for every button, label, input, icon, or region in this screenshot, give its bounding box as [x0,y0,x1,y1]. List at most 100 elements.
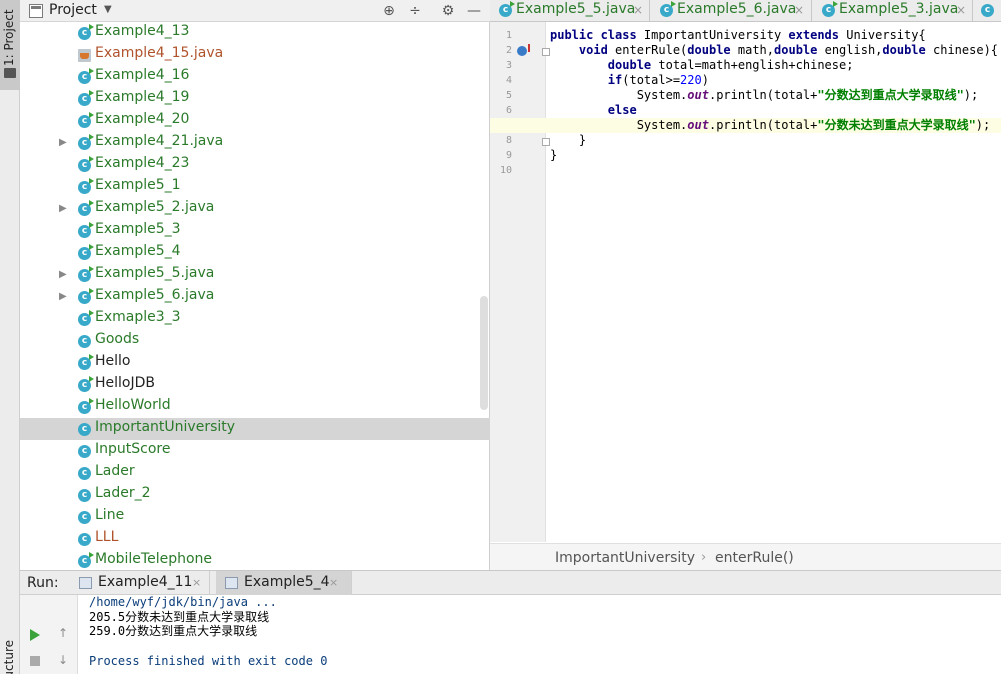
code-line: } [550,148,558,162]
tree-item[interactable]: c HelloWorld [20,396,490,418]
close-icon[interactable]: × [329,576,338,589]
tree-item[interactable]: c Goods [20,330,490,352]
runnable-class-icon: c [78,310,94,326]
fold-icon[interactable] [542,48,550,56]
tree-item-label: Example4_19 [95,89,190,105]
tree-item[interactable]: c MobileTelephone [20,550,490,570]
tree-item-label: Example4_20 [95,111,190,127]
project-tool-tab-label: 1: Project [2,9,16,66]
tree-item[interactable]: c Example4_23 [20,154,490,176]
expand-arrow-icon[interactable]: ▶ [59,137,67,148]
editor-tab[interactable]: c Example5_5.java × [490,0,650,22]
close-icon[interactable]: × [794,3,804,17]
runnable-class-icon: c [78,24,94,40]
code-area[interactable]: public class ImportantUniversity extends… [490,22,1001,542]
editor-tab-overflow[interactable]: c [974,0,1001,22]
runnable-class-icon: c [78,552,94,568]
tree-item-label: Example4_21.java [95,133,224,149]
runnable-class-icon: c [78,134,94,150]
console-line: 205.5分数未达到重点大学录取线 [89,609,270,624]
arrow-up-icon[interactable]: ↑ [55,625,71,641]
class-icon: c [499,1,515,17]
code-line-current: System.out.println(total+"分数未达到重点大学录取线")… [490,118,1001,133]
runnable-class-icon: c [78,68,94,84]
editor-gutter: 1 2 3 4 5 6 7 8 9 10 [490,22,550,542]
project-tool-tab[interactable]: 1: Project [0,0,20,90]
run-tab[interactable]: Example4_11 × [70,571,210,595]
code-line: System.out.println(total+"分数达到重点大学录取线"); [550,88,979,102]
runnable-class-icon: c [78,244,94,260]
editor-tab-bar: c Example5_5.java × c Example5_6.java × … [490,0,1001,22]
override-method-icon[interactable] [517,44,530,56]
line-number: 6 [505,105,512,116]
tree-item[interactable]: Example4_15.java [20,44,490,66]
tree-item[interactable]: ▶ c Example5_6.java [20,286,490,308]
tree-item[interactable]: c Lader_2 [20,484,490,506]
runnable-class-icon: c [78,156,94,172]
tree-item[interactable]: c ImportantUniversity [20,418,490,440]
run-panel: Run: Example4_11 × Example5_4 × ↑ ↓ ≡ /h… [20,570,1001,674]
tree-item[interactable]: c Example4_13 [20,22,490,44]
run-tab-bar: Run: Example4_11 × Example5_4 × [20,571,1001,595]
class-icon: c [78,335,91,348]
chevron-down-icon[interactable]: ▼ [104,4,112,15]
tree-item-label: Lader_2 [95,485,151,501]
project-title[interactable]: Project [49,2,97,18]
tree-item[interactable]: c Example5_4 [20,242,490,264]
run-tab-active[interactable]: Example5_4 × [216,571,352,595]
breadcrumb-method[interactable]: enterRule() [715,550,794,566]
stop-icon[interactable] [30,656,40,666]
collapse-all-icon[interactable]: ÷ [406,2,424,20]
code-line: double total=math+english+chinese; [607,58,854,72]
tree-item-label: Lader [95,463,135,479]
run-config-icon [225,577,238,589]
console-line: 259.0分数达到重点大学录取线 [89,624,258,638]
tree-item[interactable]: ▶ c Example5_5.java [20,264,490,286]
hide-panel-icon[interactable]: — [465,2,483,20]
tree-item-label: HelloJDB [95,375,155,391]
tree-item[interactable]: c Example4_19 [20,88,490,110]
fold-icon[interactable] [542,138,550,146]
close-icon[interactable]: × [633,3,643,17]
tree-item[interactable]: c Exmaple3_3 [20,308,490,330]
runnable-class-icon: c [78,112,94,128]
line-number: 5 [505,90,512,101]
expand-arrow-icon[interactable]: ▶ [59,203,67,214]
tree-item[interactable]: c LLL [20,528,490,550]
tree-item[interactable]: c InputScore [20,440,490,462]
locate-target-icon[interactable]: ⊕ [380,2,398,20]
class-icon: c [660,1,676,17]
console-output[interactable]: /home/wyf/jdk/bin/java ... 205.5分数未达到重点大… [89,595,989,674]
breadcrumb-class[interactable]: ImportantUniversity [555,550,695,566]
tree-item[interactable]: c Example4_16 [20,66,490,88]
structure-tool-tab[interactable]: Structure [2,640,16,674]
tree-item-label: Hello [95,353,131,369]
tree-item[interactable]: c Hello [20,352,490,374]
close-icon[interactable]: × [192,576,201,589]
tree-item[interactable]: c Lader [20,462,490,484]
tree-item[interactable]: c Example5_1 [20,176,490,198]
project-panel: Project ▼ ⊕ ÷ ⚙ — c Example4_13 Example4_1… [20,0,490,570]
close-icon[interactable]: × [956,3,966,17]
class-icon: c [78,445,91,458]
tree-item-label: Example5_2.java [95,199,215,215]
tree-item[interactable]: ▶ c Example4_21.java [20,132,490,154]
expand-arrow-icon[interactable]: ▶ [59,291,67,302]
line-number: 2 [505,45,512,56]
tree-item[interactable]: c HelloJDB [20,374,490,396]
tree-item[interactable]: c Example5_3 [20,220,490,242]
rerun-icon[interactable] [30,629,40,641]
tree-item[interactable]: c Line [20,506,490,528]
tree-item-label: Example4_15.java [95,45,224,61]
project-window-icon [29,4,43,18]
gear-icon[interactable]: ⚙ [439,2,457,20]
runnable-class-icon: c [78,376,94,392]
editor-tab[interactable]: c Example5_3.java × [813,0,973,22]
editor-tab[interactable]: c Example5_6.java × [651,0,812,22]
tree-item[interactable]: ▶ c Example5_2.java [20,198,490,220]
arrow-down-icon[interactable]: ↓ [55,652,71,668]
project-tree-scrollbar[interactable] [480,296,488,410]
tree-item[interactable]: c Example4_20 [20,110,490,132]
runnable-class-icon: c [78,288,94,304]
expand-arrow-icon[interactable]: ▶ [59,269,67,280]
